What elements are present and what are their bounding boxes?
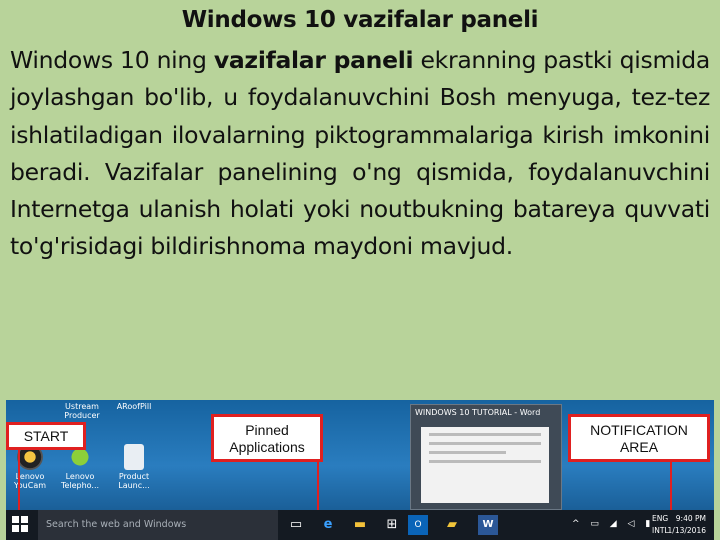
store-icon[interactable]: ⊞ bbox=[382, 515, 402, 535]
notification-area-callout: NOTIFICATION AREA bbox=[568, 414, 710, 462]
lang-code: ENG bbox=[652, 514, 669, 523]
edge-browser-icon[interactable]: e bbox=[318, 515, 338, 535]
desktop-icon-telephony[interactable]: Lenovo Telepho... bbox=[58, 444, 102, 490]
clock-time: 9:40 PM bbox=[675, 514, 706, 523]
desktop-icon-aroofpill[interactable]: ARoofPill bbox=[112, 402, 156, 411]
slide-paragraph: Windows 10 ning vazifalar paneli ekranni… bbox=[10, 42, 710, 266]
language-indicator[interactable]: ENG INTL bbox=[652, 513, 669, 537]
desktop-icon-label: Ustream Producer bbox=[64, 402, 100, 420]
document-preview bbox=[421, 427, 549, 503]
pinned-apps-callout: Pinned Applications bbox=[211, 414, 323, 462]
outlook-icon[interactable]: O bbox=[408, 515, 428, 535]
paragraph-bold-term: vazifalar paneli bbox=[213, 46, 414, 74]
start-callout: START bbox=[6, 422, 86, 450]
file-explorer-icon[interactable]: ▬ bbox=[350, 515, 370, 535]
desktop-icon-ustream[interactable]: Ustream Producer bbox=[60, 402, 104, 420]
clock-date: 1/13/2016 bbox=[667, 526, 706, 535]
clock[interactable]: 9:40 PM 1/13/2016 bbox=[668, 513, 706, 537]
tray-icons[interactable]: ^ ▭ ◢ ◁ ▮ bbox=[572, 519, 654, 529]
taskbar-screenshot: Ustream Producer ARoofPill Lenovo YouCam… bbox=[6, 400, 714, 540]
desktop-icon-label: ARoofPill bbox=[116, 402, 152, 411]
windows-start-icon[interactable] bbox=[12, 516, 30, 534]
start-arrow bbox=[18, 450, 20, 518]
desktop-icon-product-launcher[interactable]: Product Launc... bbox=[112, 444, 156, 490]
desktop-icon-label: Product Launc... bbox=[118, 472, 150, 490]
desktop-icon-label: Lenovo Telepho... bbox=[60, 472, 100, 490]
slide-title: Windows 10 vazifalar paneli bbox=[181, 7, 539, 33]
task-view-icon[interactable]: ▭ bbox=[286, 515, 306, 535]
paragraph-text-rest: ekranning pastki qismida joylashgan bo'l… bbox=[10, 46, 710, 261]
document-icon bbox=[124, 444, 144, 470]
desktop-icon-label: Lenovo YouCam bbox=[13, 472, 47, 490]
lang-layout: INTL bbox=[652, 526, 669, 535]
pinned-arrow bbox=[317, 462, 319, 516]
desktop-icon-youcam[interactable]: Lenovo YouCam bbox=[8, 444, 52, 490]
paragraph-text-start: Windows 10 ning bbox=[10, 46, 214, 74]
window-preview-title: WINDOWS 10 TUTORIAL - Word bbox=[415, 408, 541, 417]
taskbar: Search the web and Windows ▭ e ▬ ⊞ O ▰ W… bbox=[6, 510, 714, 540]
search-box[interactable]: Search the web and Windows bbox=[38, 510, 278, 540]
folder-icon[interactable]: ▰ bbox=[442, 515, 462, 535]
notification-arrow bbox=[670, 462, 672, 516]
window-preview[interactable]: WINDOWS 10 TUTORIAL - Word bbox=[410, 404, 562, 510]
word-icon[interactable]: W bbox=[478, 515, 498, 535]
